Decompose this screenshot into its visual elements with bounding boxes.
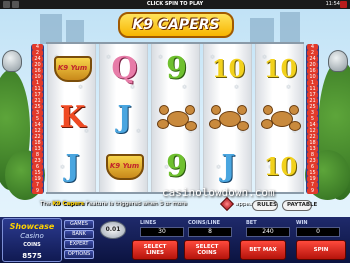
background-building [250, 18, 274, 44]
coins-label: COINS [23, 242, 41, 248]
symbol-10: 10 [263, 54, 298, 83]
symbol-K: K [59, 100, 86, 135]
symbol-9: 9 [166, 51, 187, 86]
symbol-10: 10 [211, 54, 246, 83]
clock: 11:54 [325, 1, 340, 7]
spin-button[interactable]: SPIN [296, 240, 346, 260]
reel: ❁ ❁ ❁ ❁ 9 9 [151, 44, 200, 192]
win-value: 0 [296, 227, 340, 237]
reel: ❁❁❁❁QJK9 Yum [99, 44, 148, 192]
coins-per-line-label: COINS/LINE [188, 220, 221, 226]
win-label: WIN [296, 220, 308, 226]
payline-number[interactable]: 9 [307, 188, 318, 194]
expert-button[interactable]: EXPERT [64, 240, 94, 249]
lines-display: LINES 30 [140, 220, 184, 238]
reel: ❁❁❁❁K9 YumKJ [47, 44, 96, 192]
options-button[interactable]: OPTIONS [64, 250, 94, 259]
background-building [66, 20, 84, 44]
symbol-J: J [117, 100, 132, 135]
bet-max-button[interactable]: BET MAX [240, 240, 286, 260]
teddy-bear-icon [204, 93, 253, 142]
symbol-10: 10 [263, 152, 298, 181]
background-building [40, 14, 62, 44]
lines-label: LINES [140, 220, 157, 226]
payline-number[interactable]: 9 [32, 188, 43, 194]
paytable-button[interactable]: PAYTABLE [282, 200, 317, 211]
win-display: WIN 0 [296, 220, 340, 238]
feature-message-text: The K9 Capers Feature is triggered when … [40, 201, 187, 207]
bet-label: BET [246, 220, 257, 226]
close-icon[interactable] [340, 1, 347, 8]
lines-value: 30 [140, 227, 184, 237]
select-lines-button[interactable]: SELECT LINES [132, 240, 178, 260]
dog-bowl-icon: K9 Yum [48, 44, 97, 93]
sound-icon[interactable] [12, 1, 19, 8]
teddy-bear-icon [152, 93, 201, 142]
rules-button[interactable]: RULES [252, 200, 278, 211]
spin-hint: CLICK SPIN TO PLAY [146, 1, 204, 7]
paylines-right: 4 2 24 20 16 10 1 11 17 21 25 3 5 14 12 22 18 13 8 23 6 15 19 7… [306, 44, 319, 194]
bet-value: 240 [246, 227, 290, 237]
game-screen: CLICK SPIN TO PLAY 11:54 K9 CAPERS 4 2 24 2… [0, 0, 350, 263]
coins-balance: 8575 [22, 252, 42, 260]
games-button[interactable]: GAMES [64, 220, 94, 229]
teddy-bear-icon [256, 93, 305, 142]
paylines-left: 4 2 24 20 16 10 1 11 17 21 25 3 5 14 12 22 18 13 8 23 6 15 19 7… [31, 44, 44, 194]
brand-subtitle: Casino [20, 232, 44, 240]
bet-display: BET 240 [246, 220, 290, 238]
street-lamp-left [2, 50, 22, 72]
symbol-9: 9 [166, 149, 187, 184]
symbol-Q: Q [111, 51, 138, 86]
menu-icon[interactable] [3, 1, 10, 8]
background-building [280, 12, 300, 44]
reel: ❁ ❁ ❁ ❁ 10 J [203, 44, 252, 192]
reel-area: ❁❁❁❁K9 YumKJ❁❁❁❁QJK9 Yum❁❁❁❁99❁❁❁❁10J❁❁❁… [46, 42, 304, 194]
reel: ❁ ❁ ❁ ❁ 10 10 [255, 44, 304, 192]
street-lamp-right [328, 50, 348, 72]
symbol-J: J [221, 149, 236, 184]
dog-bowl-icon: K9 Yum [100, 142, 149, 191]
coins-per-line-display: COINS/LINE 8 [188, 220, 232, 238]
coins-per-line-value: 8 [188, 227, 232, 237]
coin-size-selector[interactable]: 0.01 [100, 221, 126, 239]
symbol-J: J [65, 149, 80, 184]
brand-name: Showcase [9, 222, 55, 231]
bank-button[interactable]: BANK [64, 230, 94, 239]
top-status-bar: CLICK SPIN TO PLAY 11:54 [0, 0, 350, 9]
select-coins-button[interactable]: SELECT COINS [184, 240, 230, 260]
casino-brand: Showcase Casino COINS 8575 [2, 218, 62, 262]
game-logo: K9 CAPERS [118, 12, 234, 38]
